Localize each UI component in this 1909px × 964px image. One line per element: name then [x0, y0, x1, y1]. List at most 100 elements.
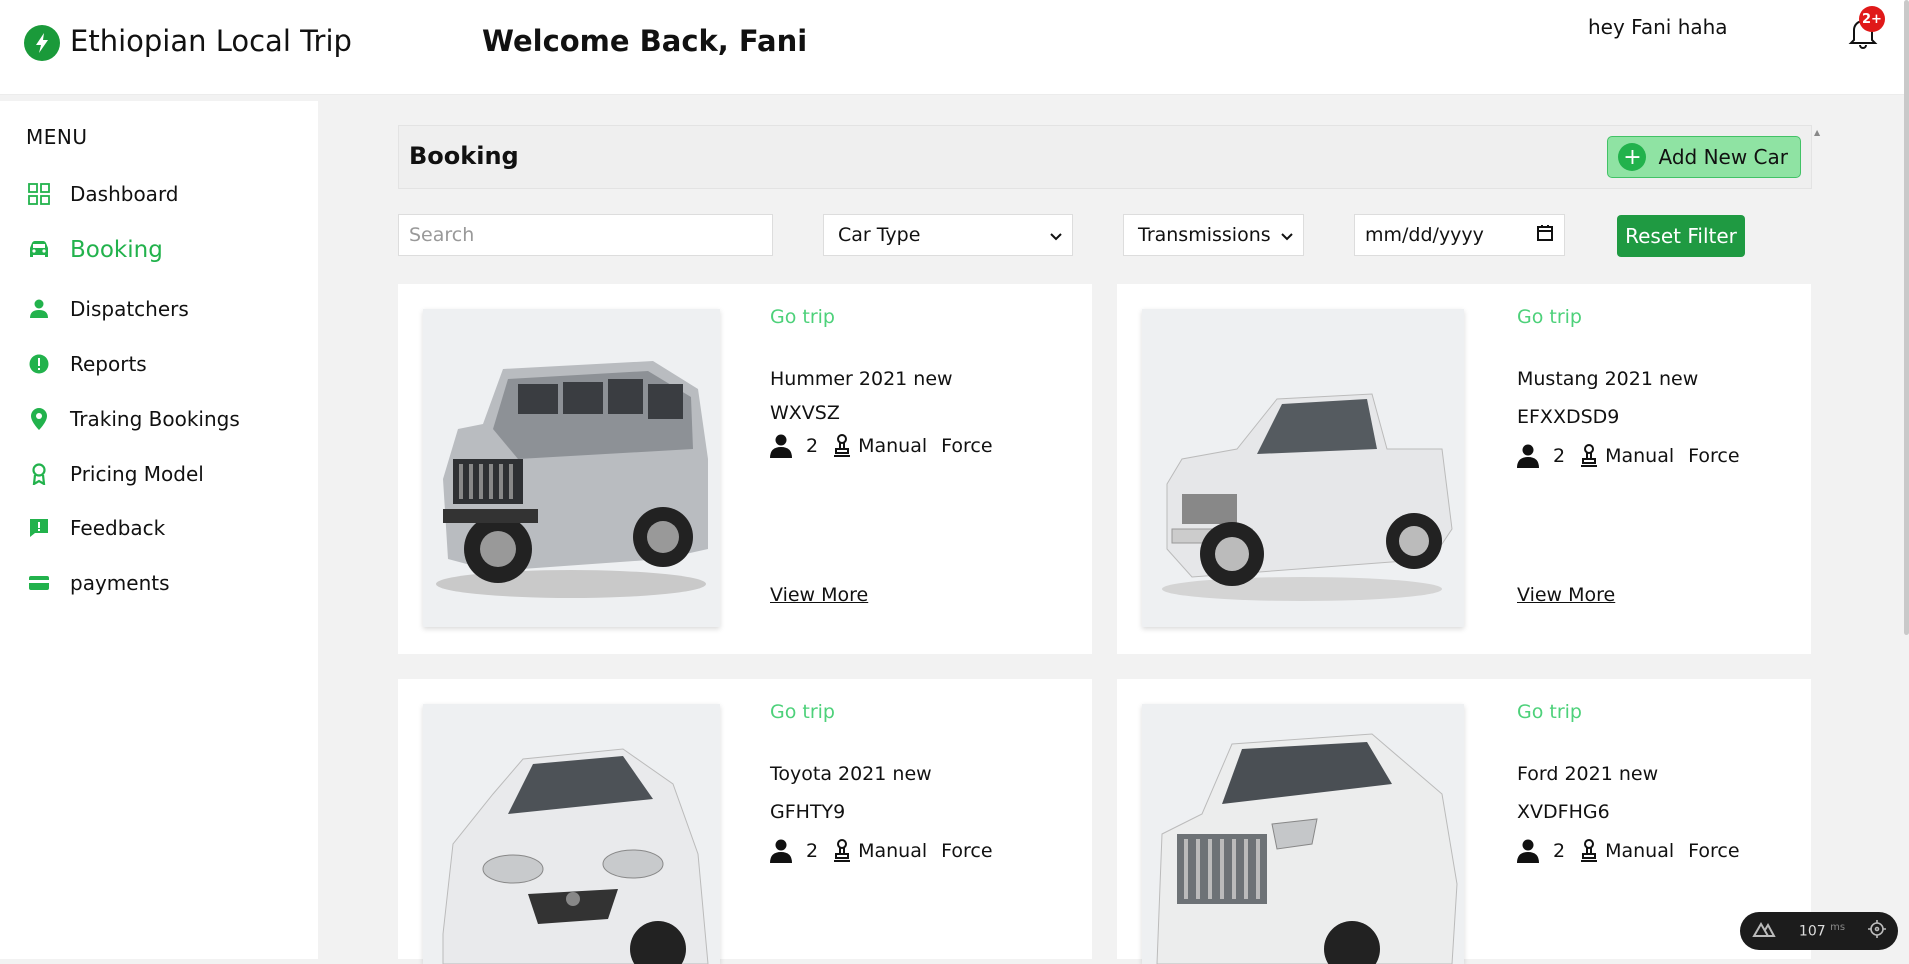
transmissions-label: Transmissions	[1138, 224, 1271, 246]
car-specs: 2 Manual Force	[1517, 444, 1754, 468]
feedback-icon	[26, 515, 52, 541]
page-scrollbar[interactable]	[1904, 0, 1909, 635]
sidebar-item-dashboard[interactable]: Dashboard	[26, 176, 179, 212]
card-icon	[26, 570, 52, 596]
car-specs: 2 Manual Force	[1517, 839, 1754, 863]
scroll-up-arrow-icon[interactable]: ▲	[1814, 128, 1820, 137]
car-name: Ford 2021 new	[1517, 763, 1659, 785]
perf-unit: ms	[1830, 922, 1846, 934]
transmissions-select[interactable]: Transmissions	[1123, 214, 1304, 256]
transmission-value: Manual	[1605, 840, 1675, 862]
location-pin-icon	[26, 406, 52, 432]
sidebar-item-label: Booking	[70, 237, 163, 263]
trip-type-label: Go trip	[770, 701, 835, 723]
fuel-value: Force	[941, 435, 993, 457]
person-icon	[770, 434, 792, 458]
car-type-select[interactable]: Car Type	[823, 214, 1073, 256]
car-card: Go trip Toyota 2021 new GFHTY9 2 Manual …	[398, 679, 1092, 964]
person-icon	[770, 839, 792, 863]
plate-number: WXVSZ	[770, 402, 840, 424]
sidebar-item-label: Dashboard	[70, 182, 179, 206]
car-card: Go trip Hummer 2021 new WXVSZ 2 Manual F…	[398, 284, 1092, 654]
fuel-value: Force	[941, 840, 993, 862]
search-placeholder: Search	[409, 224, 475, 246]
page-title: Booking	[409, 142, 519, 170]
car-type-label: Car Type	[838, 224, 921, 246]
plate-number: EFXXDSD9	[1517, 406, 1620, 428]
car-specs: 2 Manual Force	[770, 434, 1007, 458]
booking-header: Booking + Add New Car	[398, 125, 1812, 189]
add-new-car-button[interactable]: + Add New Car	[1607, 136, 1801, 178]
sidebar-item-label: Feedback	[70, 516, 166, 540]
top-header: Ethiopian Local Trip Welcome Back, Fani …	[0, 0, 1909, 95]
gear-stick-icon	[834, 839, 851, 862]
gear-stick-icon	[834, 434, 851, 457]
notification-badge: 2+	[1859, 6, 1885, 32]
view-more-link[interactable]: View More	[770, 584, 868, 606]
car-name: Mustang 2021 new	[1517, 368, 1699, 390]
car-card: Go trip Mustang 2021 new EFXXDSD9 2 Manu…	[1117, 284, 1811, 654]
car-name: Hummer 2021 new	[770, 368, 953, 390]
fuel-value: Force	[1688, 445, 1740, 467]
date-input[interactable]: mm/dd/yyyy	[1354, 214, 1565, 256]
calendar-icon	[1536, 224, 1554, 247]
car-specs: 2 Manual Force	[770, 839, 1007, 863]
award-icon	[26, 461, 52, 487]
gear-stick-icon	[1581, 444, 1598, 467]
plus-icon: +	[1618, 143, 1647, 171]
trip-type-label: Go trip	[1517, 306, 1582, 328]
trip-type-label: Go trip	[1517, 701, 1582, 723]
lightning-logo-icon	[24, 25, 60, 61]
nuxt-logo-icon	[1752, 921, 1776, 941]
grid-icon	[26, 181, 52, 207]
seat-count: 2	[806, 840, 819, 862]
person-icon	[1517, 839, 1539, 863]
car-card: Go trip Ford 2021 new XVDFHG6 2 Manual F…	[1117, 679, 1811, 964]
trip-type-label: Go trip	[770, 306, 835, 328]
search-input[interactable]: Search	[398, 214, 773, 256]
fuel-value: Force	[1688, 840, 1740, 862]
reset-filter-button[interactable]: Reset Filter	[1617, 215, 1745, 257]
sidebar-item-pricing-model[interactable]: Pricing Model	[26, 456, 204, 492]
gear-stick-icon	[1581, 839, 1598, 862]
perf-value: 107	[1798, 923, 1826, 940]
add-new-car-label: Add New Car	[1658, 145, 1788, 169]
sidebar-item-label: Pricing Model	[70, 462, 204, 486]
chevron-down-icon	[1281, 224, 1293, 246]
car-image-hummer	[423, 309, 720, 627]
menu-label: MENU	[26, 125, 88, 149]
sidebar-item-feedback[interactable]: Feedback	[26, 510, 165, 546]
seat-count: 2	[806, 435, 819, 457]
plate-number: XVDFHG6	[1517, 801, 1610, 823]
seat-count: 2	[1553, 840, 1566, 862]
welcome-heading: Welcome Back, Fani	[482, 24, 808, 58]
sidebar-item-label: payments	[70, 571, 170, 595]
car-icon	[26, 237, 52, 263]
person-icon	[1517, 444, 1539, 468]
sidebar-item-label: Dispatchers	[70, 297, 189, 321]
transmission-value: Manual	[858, 840, 928, 862]
user-greeting: hey Fani haha	[1588, 15, 1728, 39]
transmission-value: Manual	[1605, 445, 1675, 467]
date-placeholder: mm/dd/yyyy	[1365, 224, 1484, 246]
dev-perf-widget[interactable]: 107 ms	[1740, 912, 1898, 950]
sidebar-item-label: Traking Bookings	[70, 407, 240, 431]
car-name: Toyota 2021 new	[770, 763, 932, 785]
plate-number: GFHTY9	[770, 801, 846, 823]
seat-count: 2	[1553, 445, 1566, 467]
car-image-ford	[1142, 704, 1464, 964]
crosshair-icon[interactable]	[1867, 920, 1886, 942]
sidebar-item-reports[interactable]: Reports	[26, 346, 147, 382]
sidebar-item-traking-bookings[interactable]: Traking Bookings	[26, 401, 240, 437]
app-title: Ethiopian Local Trip	[70, 24, 352, 58]
alert-icon	[26, 351, 52, 377]
chevron-down-icon	[1050, 224, 1062, 246]
car-image-toyota	[423, 704, 720, 964]
sidebar-item-booking[interactable]: Booking	[26, 232, 163, 268]
sidebar-item-dispatchers[interactable]: Dispatchers	[26, 291, 189, 327]
user-icon	[26, 296, 52, 322]
sidebar-item-payments[interactable]: payments	[26, 565, 170, 601]
view-more-link[interactable]: View More	[1517, 584, 1615, 606]
sidebar-item-label: Reports	[70, 352, 147, 376]
car-image-mustang	[1142, 309, 1464, 627]
